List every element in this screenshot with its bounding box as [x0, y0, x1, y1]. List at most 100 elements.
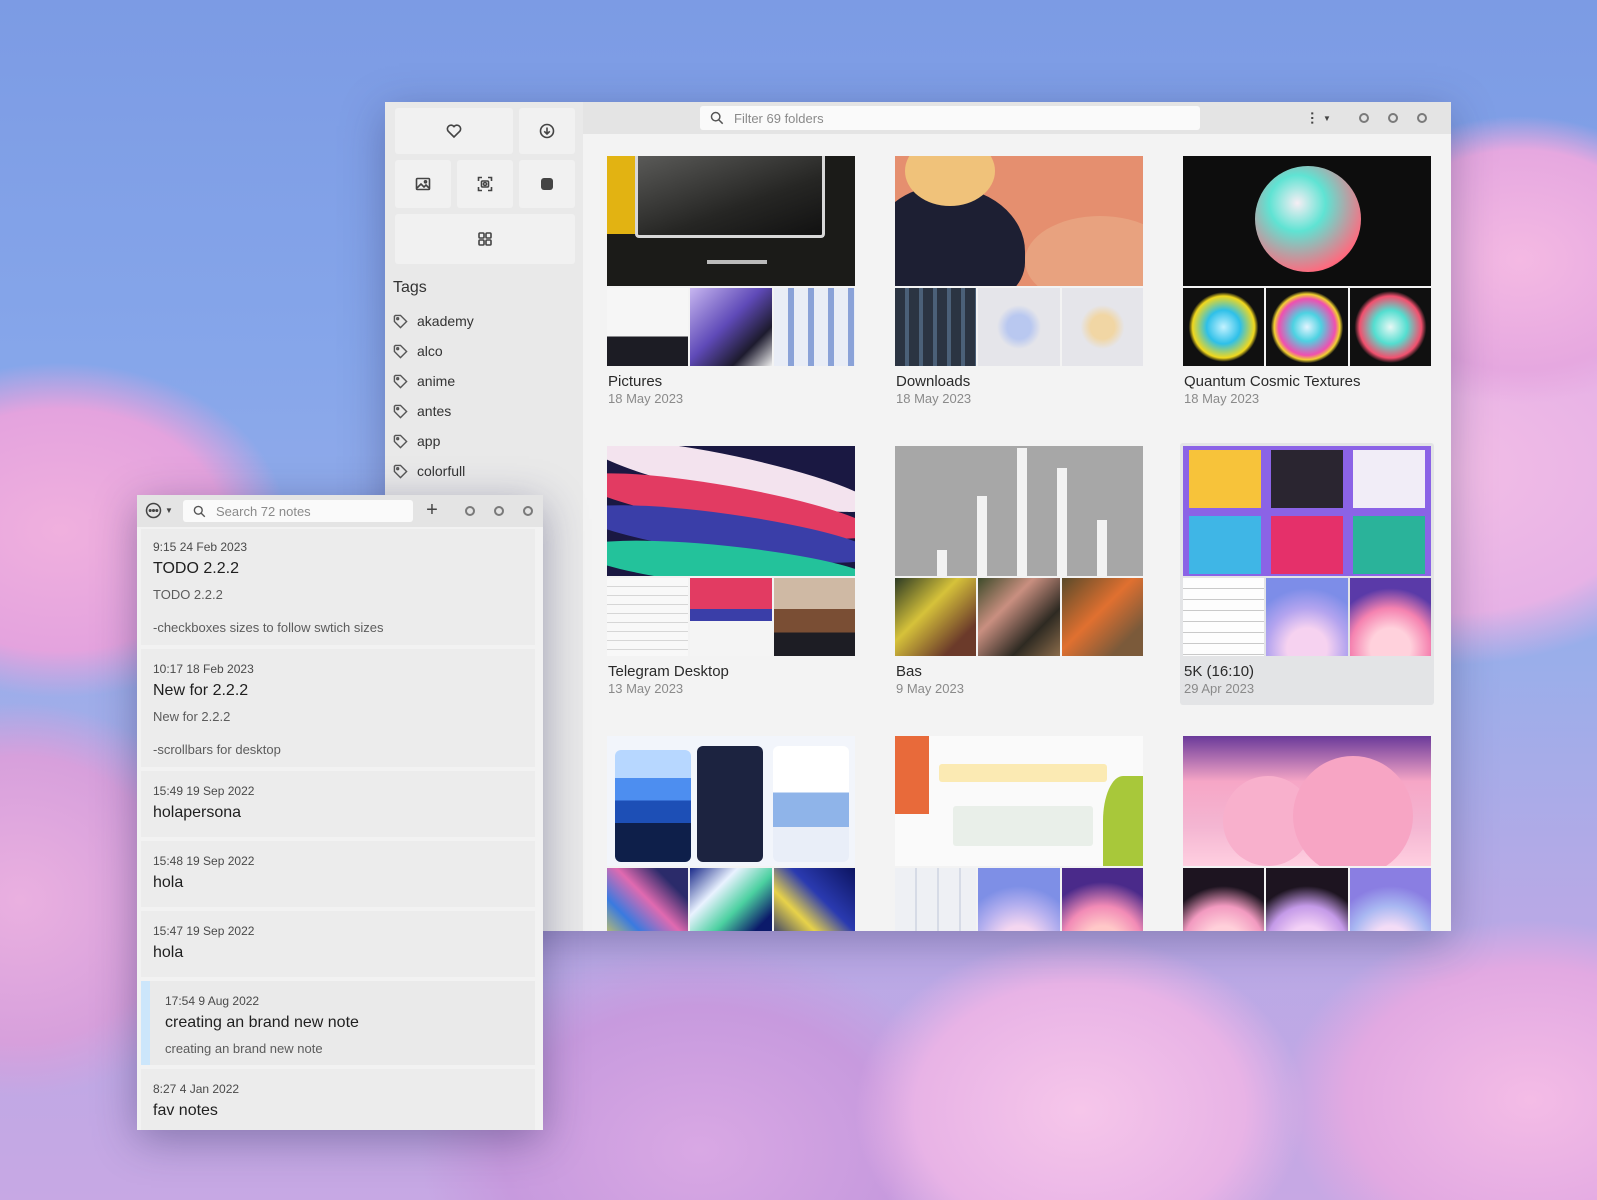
- maximize-button[interactable]: [1388, 113, 1398, 123]
- folder-grid: Pictures 18 May 2023 Downloads 18 May 20…: [583, 134, 1451, 931]
- tags-heading: Tags: [393, 279, 427, 296]
- folder-thumbnails: [895, 578, 1143, 656]
- videos-button[interactable]: [519, 160, 575, 208]
- note-preview: -checkboxes sizes to follow swtich sizes: [153, 620, 384, 635]
- folder-date: 13 May 2023: [608, 681, 684, 696]
- tag-label: antes: [417, 403, 452, 419]
- folder-date: 9 May 2023: [896, 681, 964, 696]
- folder-thumbnails: [607, 288, 855, 366]
- note-title: hola: [153, 944, 184, 961]
- tag-label: app: [417, 433, 441, 449]
- tag-label: akademy: [417, 313, 474, 329]
- folder-thumbnails: [607, 578, 855, 656]
- note-title: fav notes: [153, 1102, 218, 1119]
- folder-thumbnails: [1183, 868, 1431, 931]
- search-icon: [193, 505, 206, 517]
- folder-card[interactable]: [1183, 736, 1431, 931]
- note-timestamp: 8:27 4 Jan 2022: [153, 1082, 240, 1096]
- close-button[interactable]: [523, 506, 533, 516]
- folder-card-bas[interactable]: Bas 9 May 2023: [895, 446, 1143, 702]
- folder-preview: [895, 736, 1143, 866]
- kebab-menu-icon: ⋯: [1305, 111, 1321, 125]
- note-item-selected[interactable]: 17:54 9 Aug 2022 creating an brand new n…: [141, 981, 535, 1065]
- folder-card[interactable]: [895, 736, 1143, 931]
- folder-card-downloads[interactable]: Downloads 18 May 2023: [895, 156, 1143, 412]
- note-item[interactable]: 15:47 19 Sep 2022 hola: [141, 911, 535, 977]
- folder-thumbnails: [607, 868, 855, 931]
- folder-preview: [607, 736, 855, 866]
- tag-item-alco[interactable]: alco: [393, 340, 443, 362]
- folder-preview: [895, 446, 1143, 576]
- folder-name: Telegram Desktop: [608, 663, 729, 680]
- square-icon: [541, 178, 553, 190]
- all-folders-button[interactable]: [395, 214, 575, 264]
- folder-date: 18 May 2023: [608, 391, 684, 406]
- folder-thumbnails: [1183, 578, 1431, 656]
- chevron-down-icon: ▼: [1323, 113, 1331, 123]
- folder-thumbnails: [1183, 288, 1431, 366]
- tag-item-akademy[interactable]: akademy: [393, 310, 474, 332]
- screenshot-icon: [477, 176, 493, 192]
- folder-card-quantum-cosmic-textures[interactable]: Quantum Cosmic Textures 18 May 2023: [1183, 156, 1431, 412]
- folder-name: Downloads: [896, 373, 971, 390]
- folder-card-telegram-desktop[interactable]: Telegram Desktop 13 May 2023: [607, 446, 855, 702]
- folder-filter[interactable]: [700, 106, 1200, 130]
- image-icon: [415, 177, 431, 191]
- close-button[interactable]: [1417, 113, 1427, 123]
- note-title: New for 2.2.2: [153, 682, 249, 699]
- note-preview: -scrollbars for desktop: [153, 742, 281, 757]
- folder-thumbnails: [895, 288, 1143, 366]
- grid-icon: [478, 232, 492, 246]
- favorites-button[interactable]: [395, 108, 513, 154]
- note-title: hola: [153, 874, 184, 891]
- folder-filter-input[interactable]: [734, 110, 1174, 126]
- folder-preview: [607, 446, 855, 576]
- note-timestamp: 15:47 19 Sep 2022: [153, 924, 255, 938]
- folder-thumbnails: [895, 868, 1143, 931]
- tag-item-antes[interactable]: antes: [393, 400, 451, 422]
- note-item[interactable]: 15:49 19 Sep 2022 holapersona: [141, 771, 535, 837]
- notes-menu-button[interactable]: ▼: [145, 502, 173, 519]
- folder-card-5k[interactable]: 5K (16:10) 29 Apr 2023: [1180, 443, 1434, 705]
- tag-label: colorfull: [417, 463, 466, 479]
- images-button[interactable]: [395, 160, 451, 208]
- downloads-button[interactable]: [519, 108, 575, 154]
- folder-preview: [1183, 156, 1431, 286]
- folder-date: 29 Apr 2023: [1184, 681, 1255, 696]
- note-preview: creating an brand new note: [165, 1041, 323, 1056]
- tag-item-anime[interactable]: anime: [393, 370, 455, 392]
- search-icon: [710, 111, 724, 125]
- note-timestamp: 15:48 19 Sep 2022: [153, 854, 255, 868]
- note-item[interactable]: 15:48 19 Sep 2022 hola: [141, 841, 535, 907]
- add-note-button[interactable]: +: [422, 500, 442, 522]
- tag-icon: [393, 464, 408, 479]
- note-timestamp: 10:17 18 Feb 2023: [153, 662, 254, 676]
- heart-icon: [446, 124, 462, 139]
- chevron-down-icon: ▼: [165, 506, 173, 515]
- minimize-button[interactable]: [465, 506, 475, 516]
- folder-preview: [895, 156, 1143, 286]
- folder-preview: [607, 156, 855, 286]
- gallery-window: Tags akademy alco anime antes app colorf…: [385, 102, 1451, 931]
- minimize-button[interactable]: [1359, 113, 1369, 123]
- gallery-menu-button[interactable]: ⋯ ▼: [1305, 111, 1331, 125]
- folder-name: 5K (16:10): [1184, 663, 1255, 680]
- notes-search-input[interactable]: [216, 503, 396, 519]
- maximize-button[interactable]: [494, 506, 504, 516]
- folder-card[interactable]: [607, 736, 855, 931]
- note-item[interactable]: 10:17 18 Feb 2023 New for 2.2.2 New for …: [141, 649, 535, 767]
- note-item[interactable]: 8:27 4 Jan 2022 fav notes: [141, 1069, 535, 1130]
- tag-icon: [393, 434, 408, 449]
- screenshots-button[interactable]: [457, 160, 513, 208]
- notes-toolbar: ▼ +: [137, 495, 543, 527]
- notes-search[interactable]: [183, 500, 413, 522]
- note-timestamp: 15:49 19 Sep 2022: [153, 784, 255, 798]
- tag-item-colorfull[interactable]: colorfull: [393, 460, 465, 482]
- folder-card-pictures[interactable]: Pictures 18 May 2023: [607, 156, 855, 412]
- tag-item-app[interactable]: app: [393, 430, 440, 452]
- note-title: creating an brand new note: [165, 1014, 359, 1031]
- note-item[interactable]: 9:15 24 Feb 2023 TODO 2.2.2 TODO 2.2.2 -…: [141, 529, 535, 645]
- folder-name: Pictures: [608, 373, 663, 390]
- note-preview: TODO 2.2.2: [153, 587, 223, 602]
- note-timestamp: 17:54 9 Aug 2022: [165, 994, 260, 1008]
